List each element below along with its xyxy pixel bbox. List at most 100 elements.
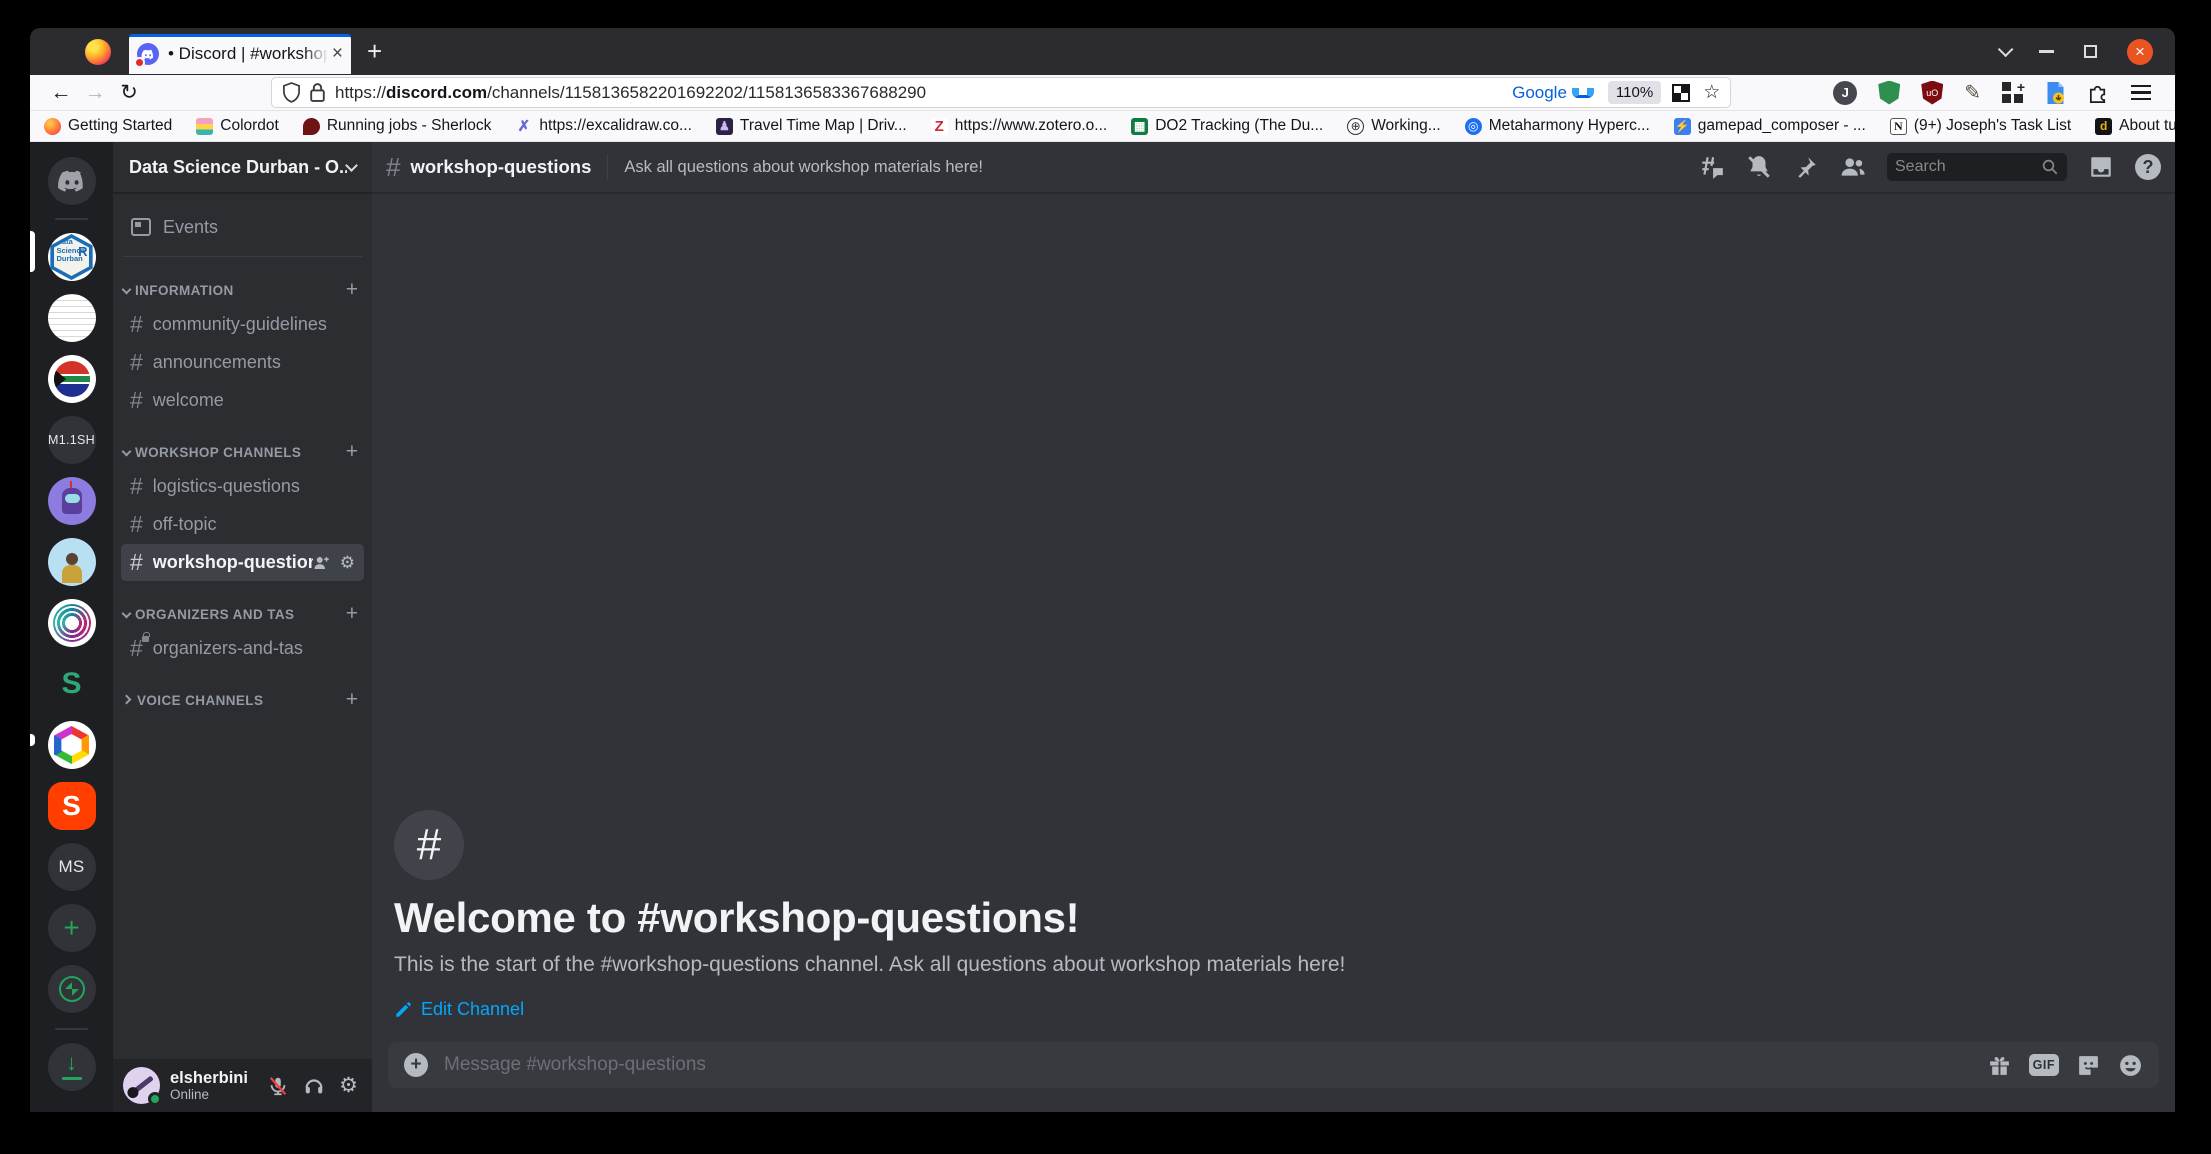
discord-home-button[interactable] xyxy=(48,157,96,205)
emoji-icon[interactable] xyxy=(2118,1053,2143,1078)
create-channel-button[interactable]: + xyxy=(346,440,358,464)
search-placeholder: Search xyxy=(1895,158,2041,176)
bookmark-item[interactable]: ⊕Working... xyxy=(1347,117,1441,135)
channel-community-guidelines[interactable]: # community-guidelines xyxy=(121,306,364,343)
mic-muted-icon[interactable] xyxy=(267,1075,289,1097)
explore-servers-button[interactable] xyxy=(48,965,96,1013)
server-header[interactable]: Data Science Durban - O... xyxy=(113,142,372,193)
bookmark-item[interactable]: ◎Metaharmony Hyperc... xyxy=(1465,117,1650,135)
bookmark-item[interactable]: Zhttps://www.zotero.o... xyxy=(931,117,1107,135)
server-icon-waving-person[interactable] xyxy=(48,538,96,586)
metaharmony-favicon: ◎ xyxy=(1465,118,1482,135)
save-document-extension-icon[interactable] xyxy=(2045,81,2066,105)
extensions-puzzle-icon[interactable] xyxy=(2087,81,2110,104)
bookmark-item[interactable]: ⚡gamepad_composer - ... xyxy=(1674,117,1866,135)
forward-button[interactable]: → xyxy=(78,81,112,105)
inbox-icon[interactable] xyxy=(2088,154,2114,180)
gif-picker-icon[interactable]: GIF xyxy=(2029,1054,2059,1076)
gift-icon[interactable] xyxy=(1987,1053,2012,1078)
bookmark-item[interactable]: ♟Travel Time Map | Driv... xyxy=(716,117,907,135)
bookmark-item[interactable]: Getting Started xyxy=(44,117,172,135)
create-channel-button[interactable]: + xyxy=(346,688,358,712)
edit-channel-link[interactable]: Edit Channel xyxy=(394,999,2153,1020)
channel-logistics-questions[interactable]: # logistics-questions xyxy=(121,468,364,505)
back-button[interactable]: ← xyxy=(44,81,78,105)
notifications-muted-bell-icon[interactable] xyxy=(1746,154,1772,180)
add-server-button[interactable]: + xyxy=(48,904,96,952)
reload-button[interactable]: ↻ xyxy=(112,80,146,105)
help-icon[interactable]: ? xyxy=(2135,154,2161,180)
minimize-button[interactable] xyxy=(2039,50,2054,52)
threads-icon[interactable] xyxy=(1699,154,1725,180)
headphones-icon[interactable] xyxy=(303,1075,325,1097)
channel-workshop-questions-selected[interactable]: # workshop-questions ⚙ xyxy=(121,544,364,581)
server-icon-green-s[interactable]: S xyxy=(48,660,96,708)
sticker-icon[interactable] xyxy=(2076,1053,2101,1078)
invite-people-icon[interactable] xyxy=(313,554,331,572)
download-apps-button[interactable] xyxy=(48,1043,96,1091)
category-information[interactable]: INFORMATION + xyxy=(113,275,372,305)
new-tab-button[interactable]: + xyxy=(367,36,382,67)
category-organizers-and-tas[interactable]: ORGANIZERS AND TAS + xyxy=(113,599,372,629)
maximize-button[interactable] xyxy=(2084,45,2097,58)
server-icon-spiral[interactable] xyxy=(48,599,96,647)
blocks-plus-extension-icon[interactable]: + xyxy=(2002,82,2024,104)
category-workshop-channels[interactable]: WORKSHOP CHANNELS + xyxy=(113,437,372,467)
attach-file-plus-icon[interactable]: + xyxy=(404,1053,428,1077)
menu-hamburger-icon[interactable] xyxy=(2131,81,2151,104)
ublock-extension-icon[interactable]: uO xyxy=(1921,81,1943,105)
pin-icon[interactable] xyxy=(1793,154,1819,180)
lock-icon[interactable] xyxy=(309,82,326,103)
grid-icon[interactable] xyxy=(1673,85,1689,101)
server-icon-wavy-lines[interactable] xyxy=(48,294,96,342)
server-icon-among-us[interactable] xyxy=(48,477,96,525)
active-server-indicator xyxy=(30,231,35,272)
pen-extension-icon[interactable]: ✎ xyxy=(1964,80,1981,105)
server-icon-rainbow-hexagon[interactable] xyxy=(48,721,96,769)
extension-icons-row: J uO ✎ + xyxy=(1833,80,2161,105)
tab-close-icon[interactable]: × xyxy=(332,43,343,65)
zoom-level-badge[interactable]: 110% xyxy=(1608,81,1661,104)
url-bar[interactable]: https://discord.com/channels/11581365822… xyxy=(271,77,1731,108)
server-icon-ms[interactable]: MS xyxy=(48,843,96,891)
create-channel-button[interactable]: + xyxy=(346,602,358,626)
bookmark-item[interactable]: Running jobs - Sherlock xyxy=(303,117,492,135)
server-icon-svelte[interactable]: S xyxy=(48,782,96,830)
member-list-icon[interactable] xyxy=(1840,154,1866,180)
sidebar-divider xyxy=(123,256,362,257)
message-composer[interactable]: + Message #workshop-questions GIF xyxy=(388,1042,2159,1088)
create-channel-button[interactable]: + xyxy=(346,278,358,302)
server-icon-south-africa[interactable] xyxy=(48,355,96,403)
channel-welcome[interactable]: # welcome xyxy=(121,382,364,419)
user-meta[interactable]: elsherbini Online xyxy=(170,1069,267,1103)
bookmark-item[interactable]: ✗https://excalidraw.co... xyxy=(515,117,692,135)
bookmark-star-icon[interactable]: ☆ xyxy=(1703,81,1720,104)
list-tabs-chevron-icon[interactable] xyxy=(1998,42,2014,58)
bookmark-item[interactable]: dAbout tutorials - Diáta... xyxy=(2095,117,2175,135)
discord-app: DataScienceDurbanR M1.1SH S S MS + Data … xyxy=(30,142,2175,1112)
browser-tab-active[interactable]: • Discord | #workshop-qu × xyxy=(129,34,351,74)
events-item[interactable]: Events xyxy=(121,208,364,246)
server-icon-m1ish[interactable]: M1.1SH xyxy=(48,416,96,464)
bookmark-item[interactable]: ▦DO2 Tracking (The Du... xyxy=(1131,117,1323,135)
welcome-description: This is the start of the #workshop-quest… xyxy=(394,953,2153,977)
search-box[interactable]: Search xyxy=(1887,153,2067,181)
green-shield-extension-icon[interactable] xyxy=(1878,81,1900,105)
firefox-icon[interactable] xyxy=(85,39,111,65)
account-avatar-icon[interactable]: J xyxy=(1833,81,1857,105)
tracking-shield-icon[interactable] xyxy=(282,82,301,103)
server-icon-data-science-durban[interactable]: DataScienceDurbanR xyxy=(48,233,96,281)
bookmark-item[interactable]: N(9+) Joseph's Task List xyxy=(1890,117,2071,135)
user-settings-gear-icon[interactable]: ⚙ xyxy=(339,1073,358,1098)
channel-topic[interactable]: Ask all questions about workshop materia… xyxy=(624,158,1681,177)
channel-off-topic[interactable]: # off-topic xyxy=(121,506,364,543)
user-avatar[interactable] xyxy=(123,1067,160,1104)
container-label: Google xyxy=(1512,83,1594,103)
channel-organizers-and-tas[interactable]: # organizers-and-tas xyxy=(121,630,364,667)
edit-channel-gear-icon[interactable]: ⚙ xyxy=(340,553,355,573)
message-input-placeholder[interactable]: Message #workshop-questions xyxy=(444,1054,1987,1076)
channel-announcements[interactable]: # announcements xyxy=(121,344,364,381)
close-window-button[interactable]: × xyxy=(2127,39,2153,65)
bookmark-item[interactable]: Colordot xyxy=(196,117,279,135)
category-voice-channels[interactable]: VOICE CHANNELS + xyxy=(113,685,372,715)
